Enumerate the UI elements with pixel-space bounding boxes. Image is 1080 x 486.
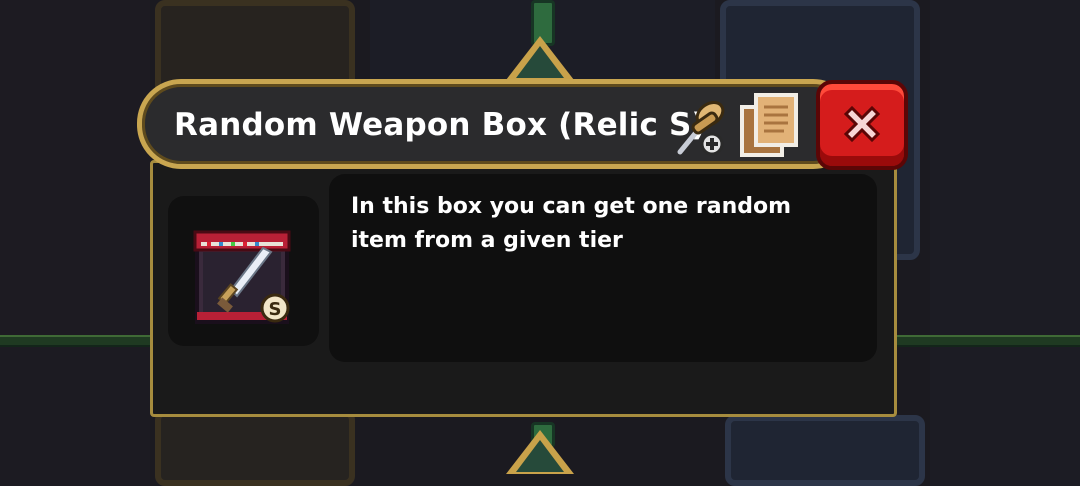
board-tile [0, 345, 150, 486]
random-weapon-box-icon: S [193, 230, 291, 324]
board-tile [930, 345, 1080, 486]
close-x-icon [843, 105, 881, 143]
board-tile [725, 415, 925, 486]
pin-add-icon [677, 101, 725, 156]
item-description: In this box you can get one random item … [351, 194, 792, 253]
spire-ornament [506, 430, 574, 474]
board-tile [0, 0, 150, 335]
copy-notes-icon [740, 93, 798, 157]
item-icon-slot: S [168, 196, 319, 346]
tier-badge: S [269, 299, 282, 320]
close-button[interactable] [816, 80, 908, 170]
board-tile [930, 0, 1080, 335]
dialog-title: Random Weapon Box (Relic S) [174, 107, 706, 143]
spire-ornament [506, 36, 574, 80]
copy-button[interactable] [738, 91, 802, 159]
pin-add-button[interactable] [672, 90, 732, 156]
board-tile [155, 410, 355, 486]
